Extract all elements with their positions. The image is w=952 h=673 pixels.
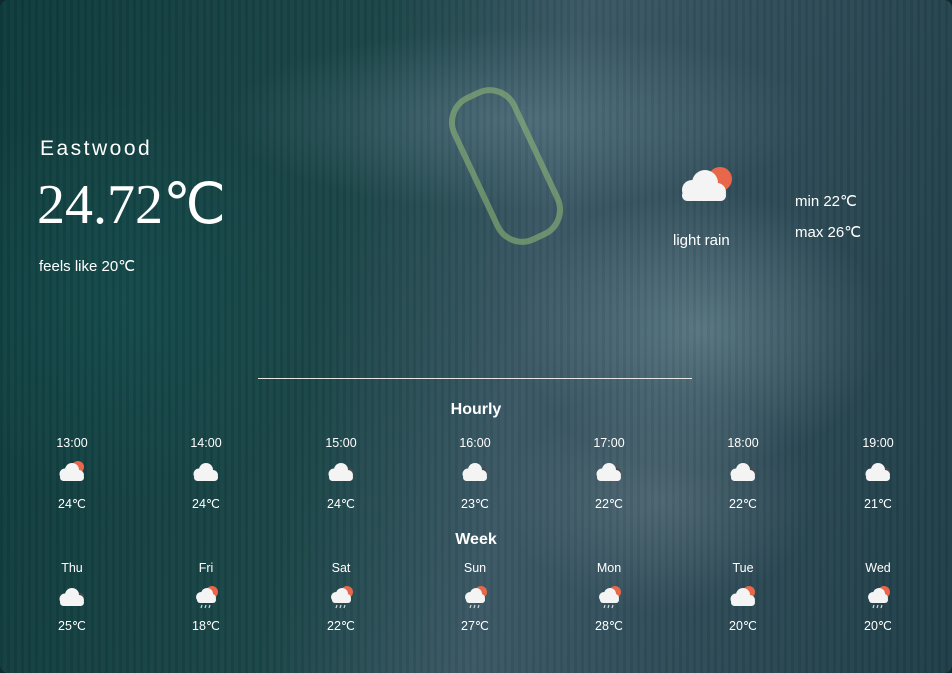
week-label: Thu (61, 561, 83, 575)
clouds-icon (459, 458, 491, 484)
cloud-sun-icon (56, 458, 88, 484)
week-title: Week (455, 531, 497, 548)
feels-like: feels like 20℃ (39, 258, 136, 275)
week-temp: 18℃ (192, 619, 220, 633)
week-item: Thu 25℃ (32, 561, 112, 633)
rain-sun-icon (593, 583, 625, 609)
rain-sun-icon (862, 583, 894, 609)
hourly-item: 15:00 24℃ (301, 436, 381, 511)
week-item: Tue 20℃ (703, 561, 783, 633)
condition-text: light rain (673, 232, 730, 249)
hourly-label: 16:00 (459, 436, 491, 450)
hourly-temp: 24℃ (192, 497, 220, 511)
min-temp: min 22℃ (795, 193, 857, 210)
hourly-item: 17:00 22℃ (569, 436, 649, 511)
cloud-sun-icon (682, 167, 732, 201)
hourly-temp: 24℃ (58, 497, 86, 511)
week-label: Sun (463, 561, 487, 575)
weather-app: Eastwood 24.72℃ feels like 20℃ light rai… (0, 0, 952, 673)
clouds-icon (56, 583, 88, 609)
clouds-icon (325, 458, 357, 484)
hourly-item: 18:00 22℃ (703, 436, 783, 511)
rain-sun-icon (190, 583, 222, 609)
week-label: Tue (732, 561, 754, 575)
max-temp: max 26℃ (795, 224, 862, 241)
week-temp: 20℃ (729, 619, 757, 633)
week-label: Fri (198, 561, 214, 575)
rain-sun-icon (325, 583, 357, 609)
hourly-label: 13:00 (56, 436, 88, 450)
week-temp: 28℃ (595, 619, 623, 633)
cloud-icon (190, 458, 222, 484)
hourly-label: 19:00 (862, 436, 894, 450)
hourly-label: 15:00 (325, 436, 357, 450)
hourly-temp: 21℃ (864, 497, 892, 511)
hourly-item: 14:00 24℃ (166, 436, 246, 511)
min-max: min 22℃ max 26℃ (795, 186, 861, 248)
week-temp: 25℃ (58, 619, 86, 633)
hourly-title: Hourly (450, 401, 502, 418)
hourly-item: 13:00 24℃ (32, 436, 112, 511)
rain-sun-icon (459, 583, 491, 609)
hourly-temp: 23℃ (461, 497, 489, 511)
hourly-item: 16:00 23℃ (435, 436, 515, 511)
week-item: Sun 27℃ (435, 561, 515, 633)
week-label: Mon (596, 561, 622, 575)
divider (258, 378, 692, 379)
hourly-label: 18:00 (727, 436, 759, 450)
hourly-temp: 24℃ (327, 497, 355, 511)
week-item: Fri 18℃ (166, 561, 246, 633)
clouds-icon (862, 458, 894, 484)
hourly-temp: 22℃ (595, 497, 623, 511)
hourly-label: 14:00 (190, 436, 222, 450)
current-temperature: 24.72℃ (37, 174, 226, 236)
week-item: Mon 28℃ (569, 561, 649, 633)
week-temp: 22℃ (327, 619, 355, 633)
week-item: Sat 22℃ (301, 561, 381, 633)
week-label: Sat (331, 561, 351, 575)
clouds-icon (593, 458, 625, 484)
week-item: Wed 20℃ (838, 561, 918, 633)
week-label: Wed (865, 561, 891, 575)
cloud-sun-icon (727, 583, 759, 609)
week-temp: 27℃ (461, 619, 489, 633)
background-bracelet (439, 77, 573, 255)
hourly-temp: 22℃ (729, 497, 757, 511)
hourly-label: 17:00 (593, 436, 625, 450)
clouds-icon (727, 458, 759, 484)
city-name: Eastwood (40, 137, 153, 160)
week-temp: 20℃ (864, 619, 892, 633)
hourly-item: 19:00 21℃ (838, 436, 918, 511)
